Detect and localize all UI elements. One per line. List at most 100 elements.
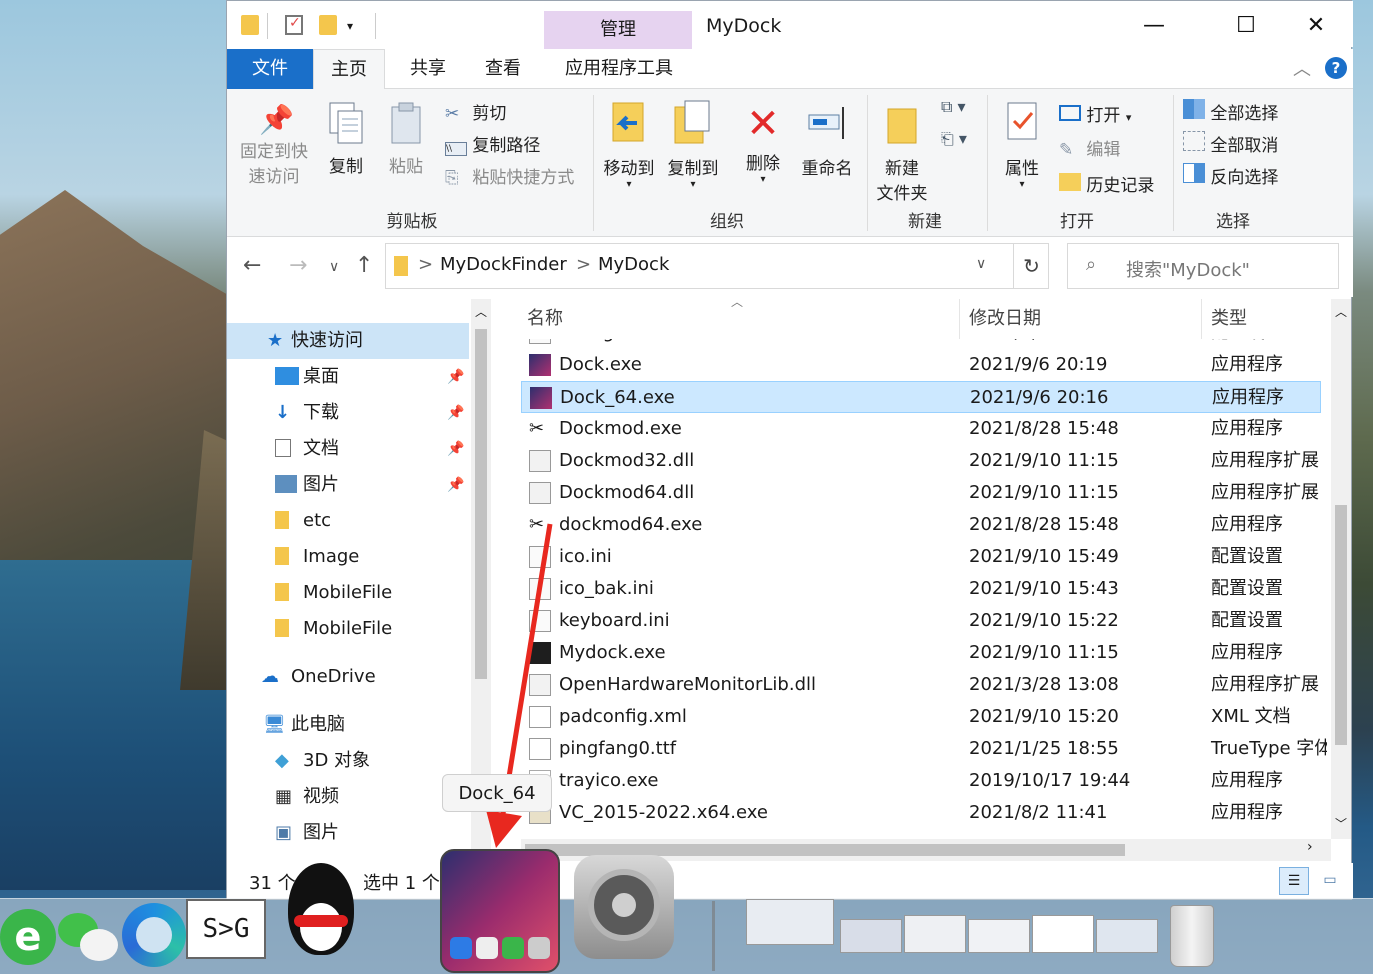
wechat-icon[interactable] xyxy=(58,909,120,965)
new-item-button[interactable]: ⧉ ▾ xyxy=(941,97,966,117)
customize-qat-icon[interactable]: ▾ xyxy=(347,19,353,33)
nav-this-pc[interactable]: 🖥 此电脑 xyxy=(227,707,469,743)
tab-file[interactable]: 文件 xyxy=(227,49,313,89)
breadcrumb-mydockfinder[interactable]: MyDockFinder xyxy=(440,254,567,275)
tab-manage[interactable]: 管理 xyxy=(544,11,692,49)
file-row[interactable]: Mydock.exe 2021/9/10 11:15 应用程序 xyxy=(521,637,1321,669)
refresh-button[interactable]: ↻ xyxy=(1013,243,1049,289)
move-to-button[interactable]: 移动到 ▾ xyxy=(599,99,659,190)
file-row[interactable]: trayico.exe 2019/10/17 19:44 应用程序 xyxy=(521,765,1321,797)
cut-button[interactable]: ✂ 剪切 xyxy=(445,99,506,124)
copy-path-button[interactable]: \\ 复制路径 xyxy=(445,131,540,156)
copy-to-button[interactable]: 复制到 ▾ xyxy=(663,99,723,190)
tab-app-tools[interactable]: 应用程序工具 xyxy=(545,49,693,89)
edge-icon[interactable] xyxy=(122,903,186,967)
file-row[interactable]: ico_bak.ini 2021/9/10 15:43 配置设置 xyxy=(521,573,1321,605)
tab-view[interactable]: 查看 xyxy=(467,49,539,89)
new-folder-icon[interactable] xyxy=(319,15,337,35)
file-row[interactable]: pingfang0.ttf 2021/1/25 18:55 TrueType 字体 xyxy=(521,733,1327,765)
pin-to-quick-access-button[interactable]: 📌 固定到快 速访问 xyxy=(237,103,311,187)
invert-selection-button[interactable]: 反向选择 xyxy=(1183,163,1278,188)
nav-item[interactable]: etc xyxy=(227,503,469,539)
nav-quick-access[interactable]: ★ 快速访问 xyxy=(227,323,469,359)
window-thumbnail[interactable] xyxy=(1032,915,1094,953)
select-all-button[interactable]: 全部选择 xyxy=(1183,99,1278,124)
tab-share[interactable]: 共享 xyxy=(392,49,464,89)
open-button[interactable]: 打开 ▾ xyxy=(1059,101,1131,126)
help-icon[interactable]: ? xyxy=(1325,57,1347,79)
settings-icon[interactable] xyxy=(574,855,674,959)
window-thumbnail[interactable] xyxy=(746,899,834,945)
paste-button[interactable]: 粘贴 xyxy=(381,101,431,177)
nav-item[interactable]: 桌面 📌 xyxy=(227,359,469,395)
address-field[interactable]: > MyDockFinder > MyDock ∨ xyxy=(385,243,1049,289)
column-divider[interactable] xyxy=(1201,299,1202,339)
nav-item[interactable]: 文档 📌 xyxy=(227,431,469,467)
delete-button[interactable]: ✕ 删除 ▾ xyxy=(739,99,787,185)
file-row[interactable]: ✂ dockmod64.exe 2021/8/28 15:48 应用程序 xyxy=(521,509,1321,541)
nav-item[interactable]: MobileFile xyxy=(227,611,469,647)
collapse-ribbon-icon[interactable]: ︿ xyxy=(1293,55,1311,81)
file-row[interactable]: config.ini 2021/9/10 15:33 配置设置 xyxy=(521,339,1321,349)
file-row[interactable]: Dockmod64.dll 2021/9/10 11:15 应用程序扩展 xyxy=(521,477,1321,509)
window-thumbnail[interactable] xyxy=(840,919,902,953)
pin-icon[interactable]: 📌 xyxy=(447,395,464,431)
rename-button[interactable]: 重命名 xyxy=(797,99,857,179)
trash-icon[interactable] xyxy=(1170,905,1214,967)
minimize-button[interactable]: — xyxy=(1137,13,1171,41)
browser-e-icon[interactable]: e xyxy=(0,909,56,965)
nav-videos[interactable]: ▦ 视频 xyxy=(227,779,469,815)
tab-home[interactable]: 主页 xyxy=(313,49,385,90)
new-folder-button[interactable]: 新建 文件夹 xyxy=(869,99,935,204)
file-row[interactable]: VC_2015-2022.x64.exe 2021/8/2 11:41 应用程序 xyxy=(521,797,1321,829)
properties-button[interactable]: 属性 ▾ xyxy=(997,99,1047,190)
copy-button[interactable]: 复制 xyxy=(321,101,371,177)
address-dropdown-icon[interactable]: ∨ xyxy=(976,256,986,272)
column-divider[interactable] xyxy=(959,299,960,339)
forward-button[interactable]: → xyxy=(289,253,307,278)
nav-onedrive[interactable]: ☁ OneDrive xyxy=(227,659,469,695)
search-input[interactable]: ⌕ 搜索"MyDock" xyxy=(1067,243,1339,289)
pin-icon[interactable]: 📌 xyxy=(447,431,464,467)
file-list-vscrollbar[interactable]: ︿ ﹀ xyxy=(1331,299,1351,839)
paste-shortcut-button[interactable]: ⎘ 粘贴快捷方式 xyxy=(445,163,574,188)
nav-item[interactable]: 图片 📌 xyxy=(227,467,469,503)
scroll-up-icon[interactable]: ︿ xyxy=(475,303,487,320)
column-header-name[interactable]: 名称 xyxy=(527,299,563,339)
mydock-icon[interactable] xyxy=(440,849,560,973)
column-header-date[interactable]: 修改日期 xyxy=(969,299,1041,339)
file-row[interactable]: OpenHardwareMonitorLib.dll 2021/3/28 13:0… xyxy=(521,669,1321,701)
maximize-button[interactable]: ☐ xyxy=(1229,13,1263,41)
edit-button[interactable]: ✎ 编辑 xyxy=(1059,135,1120,160)
file-list-vscroll-thumb[interactable] xyxy=(1335,505,1347,745)
file-row[interactable]: Dockmod32.dll 2021/9/10 11:15 应用程序扩展 xyxy=(521,445,1321,477)
file-row[interactable]: keyboard.ini 2021/9/10 15:22 配置设置 xyxy=(521,605,1321,637)
column-header-type[interactable]: 类型 xyxy=(1211,299,1247,339)
large-icons-view-icon[interactable]: ▭ xyxy=(1315,867,1345,895)
pin-icon[interactable]: 📌 xyxy=(447,467,464,503)
nav-item[interactable]: ↓ 下载 📌 xyxy=(227,395,469,431)
sg-icon[interactable]: S>G xyxy=(186,899,266,959)
file-row[interactable]: ico.ini 2021/9/10 15:49 配置设置 xyxy=(521,541,1321,573)
nav-item[interactable]: Image xyxy=(227,539,469,575)
pin-icon[interactable]: 📌 xyxy=(447,359,464,395)
select-none-button[interactable]: 全部取消 xyxy=(1183,131,1278,156)
history-button[interactable]: 历史记录 xyxy=(1059,171,1154,196)
window-thumbnail[interactable] xyxy=(904,915,966,953)
window-thumbnail[interactable] xyxy=(968,919,1030,953)
details-view-icon[interactable]: ☰ xyxy=(1279,867,1309,895)
scroll-down-icon[interactable]: ﹀ xyxy=(1335,815,1347,832)
easy-access-button[interactable]: ⎗ ▾ xyxy=(941,129,967,149)
close-button[interactable]: ✕ xyxy=(1299,13,1333,41)
up-button[interactable]: ↑ xyxy=(355,253,373,278)
file-row[interactable]: Dock.exe 2021/9/6 20:19 应用程序 xyxy=(521,349,1321,381)
file-row[interactable]: ✂ Dockmod.exe 2021/8/28 15:48 应用程序 xyxy=(521,413,1321,445)
scroll-up-icon[interactable]: ︿ xyxy=(1335,303,1347,320)
qq-icon[interactable] xyxy=(276,863,366,973)
breadcrumb-mydock[interactable]: MyDock xyxy=(598,254,669,275)
nav-3d-objects[interactable]: ◆ 3D 对象 xyxy=(227,743,469,779)
nav-item[interactable]: MobileFile xyxy=(227,575,469,611)
scroll-right-icon[interactable]: › xyxy=(1307,839,1313,855)
recent-locations-button[interactable]: ∨ xyxy=(329,259,339,275)
back-button[interactable]: ← xyxy=(243,253,261,278)
